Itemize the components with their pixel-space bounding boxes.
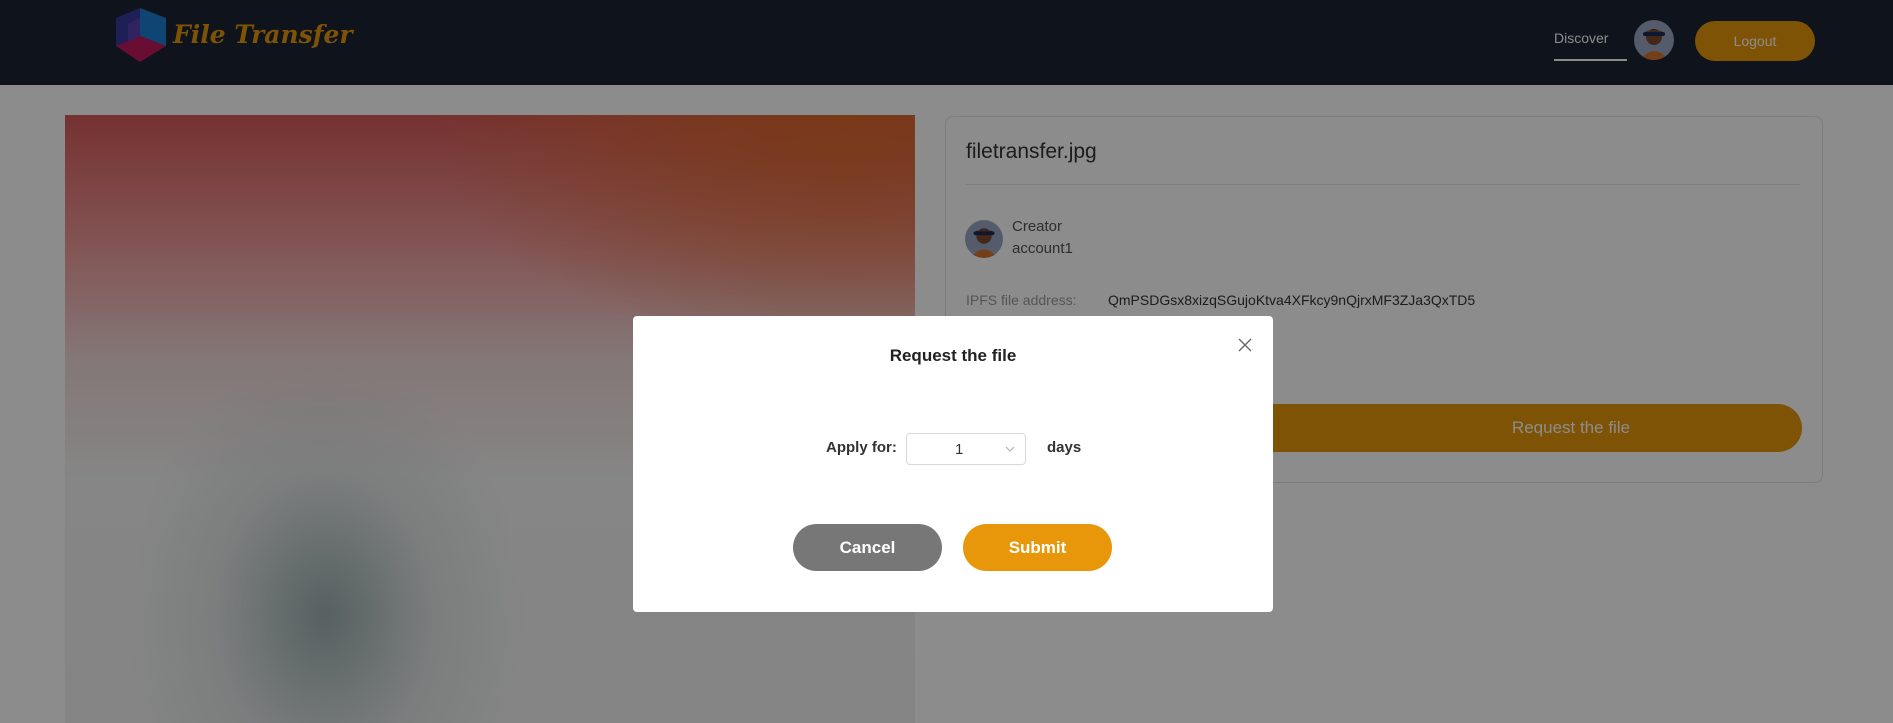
days-select-value: 1 xyxy=(955,441,964,458)
modal-title: Request the file xyxy=(889,346,1017,365)
days-select[interactable]: 1 xyxy=(906,433,1026,465)
request-file-modal: Request the file Apply for: 1 days Cance… xyxy=(633,316,1273,612)
days-unit-label: days xyxy=(1047,439,1082,456)
chevron-down-icon xyxy=(1005,446,1015,452)
submit-button[interactable]: Submit xyxy=(963,524,1112,571)
apply-for-label: Apply for: xyxy=(826,439,897,456)
close-icon[interactable] xyxy=(1233,334,1257,358)
cancel-button[interactable]: Cancel xyxy=(793,524,942,571)
